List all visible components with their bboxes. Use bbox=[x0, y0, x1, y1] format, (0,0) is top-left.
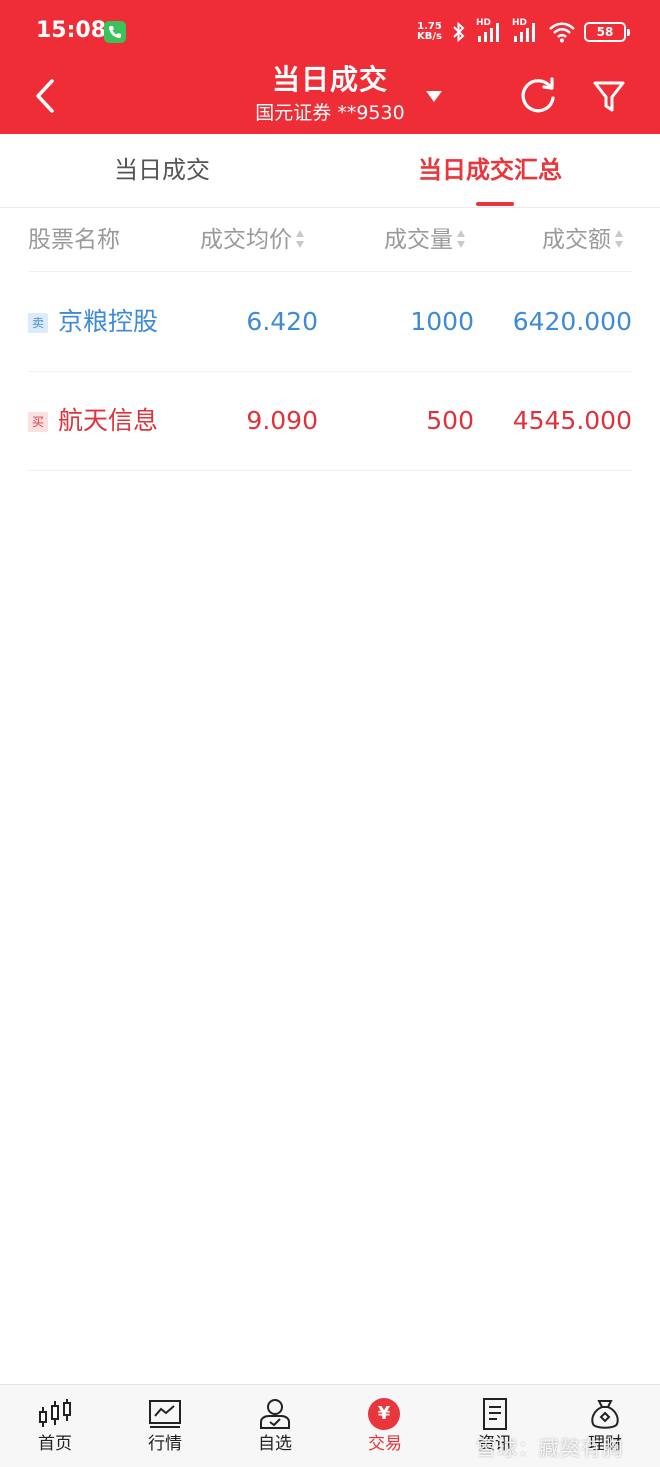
network-speed: 1.75 KB/s bbox=[417, 21, 442, 42]
chevron-left-icon bbox=[36, 79, 54, 113]
sort-icon bbox=[296, 229, 305, 248]
candlestick-icon bbox=[39, 1399, 71, 1427]
filter-button[interactable] bbox=[590, 76, 628, 116]
account-subtitle: 国元证券 **9530 bbox=[255, 102, 405, 124]
bluetooth-icon bbox=[453, 21, 465, 43]
column-header-name: 股票名称 bbox=[28, 227, 120, 253]
status-time: 15:08 bbox=[36, 18, 107, 43]
refresh-icon bbox=[521, 77, 555, 113]
watermark: 雪球：藏獒有胸 bbox=[476, 1436, 623, 1460]
signal-1: HD bbox=[476, 18, 504, 44]
sell-badge: 卖 bbox=[28, 313, 48, 333]
active-tab-indicator bbox=[476, 202, 514, 206]
signal-bars-icon bbox=[514, 23, 535, 42]
sort-icon bbox=[615, 229, 624, 248]
back-button[interactable] bbox=[28, 76, 64, 116]
header: 15:08 1.75 KB/s HD HD 58 当日成交 国元证券 **953… bbox=[0, 0, 660, 134]
filter-icon bbox=[593, 81, 625, 112]
stock-name: 京粮控股 bbox=[58, 307, 159, 336]
chart-icon bbox=[149, 1400, 181, 1428]
status-indicators: 1.75 KB/s HD HD 58 bbox=[417, 18, 630, 46]
table-row[interactable]: 卖 京粮控股 6.420 1000 6420.000 bbox=[28, 273, 632, 372]
volume: 1000 bbox=[410, 307, 474, 336]
stock-name: 航天信息 bbox=[58, 406, 159, 435]
signal-bars-icon bbox=[478, 23, 499, 42]
page-title: 当日成交 bbox=[271, 63, 388, 96]
battery-indicator: 58 bbox=[584, 22, 630, 42]
wifi-icon bbox=[549, 22, 575, 43]
buy-badge: 买 bbox=[28, 412, 48, 432]
tab-bar: 当日成交 当日成交汇总 bbox=[0, 134, 660, 208]
yuan-icon: ¥ bbox=[368, 1398, 400, 1430]
avg-price: 6.420 bbox=[246, 307, 318, 336]
signal-2: HD bbox=[512, 18, 540, 44]
column-header-avg-price[interactable]: 成交均价 bbox=[200, 224, 305, 256]
user-check-icon bbox=[260, 1399, 290, 1429]
nav-bar: 当日成交 国元证券 **9530 bbox=[0, 62, 660, 134]
nav-home[interactable]: 首页 bbox=[0, 1385, 110, 1467]
phone-call-icon bbox=[104, 21, 126, 43]
nav-market[interactable]: 行情 bbox=[110, 1385, 220, 1467]
amount: 6420.000 bbox=[512, 307, 632, 336]
nav-watchlist[interactable]: 自选 bbox=[220, 1385, 330, 1467]
table-header: 股票名称 成交均价 成交量 成交额 bbox=[0, 208, 660, 272]
dropdown-caret-icon[interactable] bbox=[423, 88, 445, 104]
refresh-button[interactable] bbox=[518, 74, 558, 116]
column-header-volume[interactable]: 成交量 bbox=[384, 224, 466, 256]
money-bag-icon bbox=[591, 1400, 619, 1429]
table-row[interactable]: 买 航天信息 9.090 500 4545.000 bbox=[28, 372, 632, 471]
sort-icon bbox=[457, 229, 466, 248]
amount: 4545.000 bbox=[512, 406, 632, 435]
document-icon bbox=[483, 1398, 507, 1430]
volume: 500 bbox=[426, 406, 474, 435]
column-header-amount[interactable]: 成交额 bbox=[542, 224, 624, 256]
status-bar: 15:08 1.75 KB/s HD HD 58 bbox=[0, 0, 660, 62]
tab-daily-trades-summary[interactable]: 当日成交汇总 bbox=[418, 152, 562, 188]
tab-daily-trades[interactable]: 当日成交 bbox=[114, 152, 210, 188]
avg-price: 9.090 bbox=[246, 406, 318, 435]
nav-trade[interactable]: ¥ 交易 bbox=[330, 1385, 440, 1467]
title-selector[interactable]: 当日成交 国元证券 **9530 bbox=[200, 62, 460, 125]
